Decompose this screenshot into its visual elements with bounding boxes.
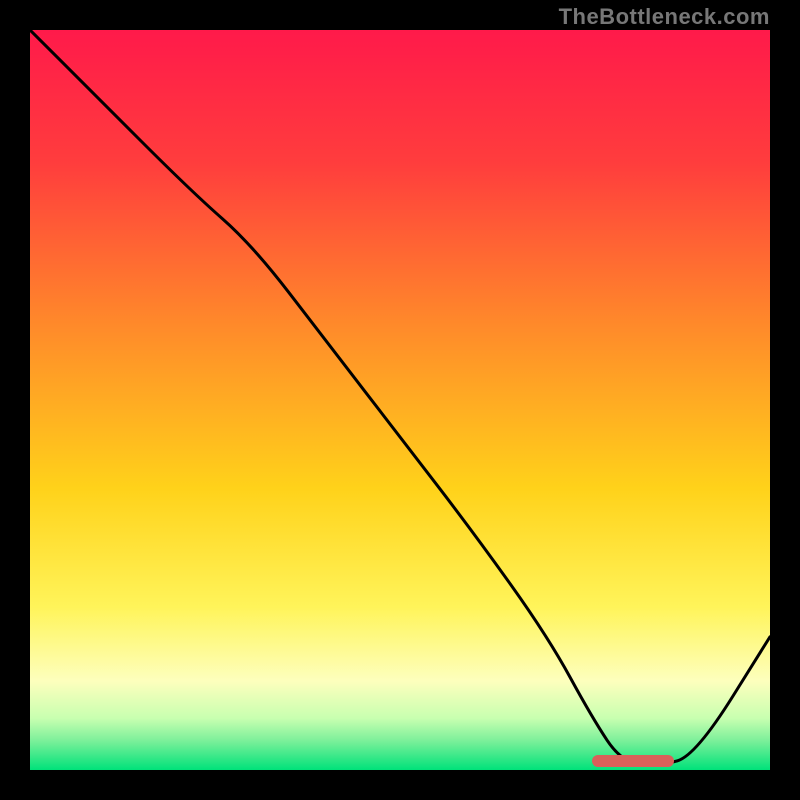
chart-container: TheBottleneck.com (0, 0, 800, 800)
background-gradient (30, 30, 770, 770)
watermark-label: TheBottleneck.com (559, 4, 770, 30)
optimal-range-marker (592, 755, 673, 767)
plot-area (30, 30, 770, 770)
